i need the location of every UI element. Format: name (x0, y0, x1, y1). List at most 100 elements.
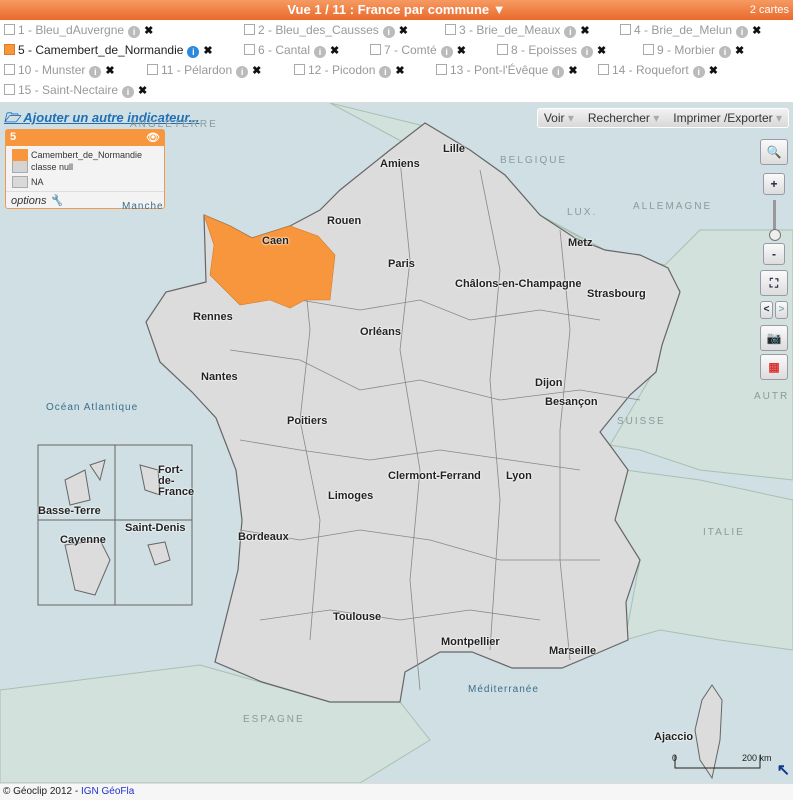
indicator-item[interactable]: 12 - Picodon i ✖ (294, 61, 405, 79)
indicator-item[interactable]: 15 - Saint-Nectaire i ✖ (4, 81, 147, 99)
indicator-item[interactable]: 14 - Roquefort i ✖ (598, 61, 718, 79)
indicator-item[interactable]: 4 - Brie_de_Melun i ✖ (620, 21, 761, 39)
info-icon[interactable]: i (440, 46, 453, 58)
indicator-checkbox[interactable] (4, 84, 15, 95)
indicator-checkbox[interactable] (244, 44, 255, 55)
indicator-checkbox[interactable] (147, 64, 158, 75)
indicator-label[interactable]: 6 - Cantal (258, 43, 310, 57)
info-icon[interactable]: i (379, 66, 392, 78)
remove-icon[interactable]: ✖ (580, 25, 589, 37)
remove-icon[interactable]: ✖ (105, 65, 114, 77)
info-icon[interactable]: i (581, 46, 594, 58)
remove-icon[interactable]: ✖ (330, 45, 339, 57)
view-title[interactable]: Vue 1 / 11 : France par commune ▼ (287, 2, 505, 17)
indicator-checkbox[interactable] (4, 24, 15, 35)
remove-icon[interactable]: ✖ (597, 45, 606, 57)
city-label: Lyon (506, 470, 532, 482)
indicator-checkbox[interactable] (244, 24, 255, 35)
map-view[interactable]: 🗁 Ajouter un autre indicateur... 5 👁 Came… (0, 103, 793, 783)
remove-icon[interactable]: ✖ (457, 45, 466, 57)
city-label: Châlons-en-Champagne (455, 278, 582, 290)
indicator-item[interactable]: 8 - Epoisses i ✖ (497, 41, 606, 59)
indicator-item[interactable]: 2 - Bleu_des_Causses i ✖ (244, 21, 408, 39)
country-label: AUTR (754, 391, 790, 402)
remove-icon[interactable]: ✖ (144, 25, 153, 37)
zoom-out-button[interactable]: - (763, 243, 785, 265)
indicator-label[interactable]: 15 - Saint-Nectaire (18, 83, 118, 97)
indicator-item[interactable]: 1 - Bleu_dAuvergne i ✖ (4, 21, 153, 39)
indicator-checkbox[interactable] (643, 44, 654, 55)
eye-icon[interactable]: 👁 (146, 131, 160, 144)
zoom-in-button[interactable]: + (763, 173, 785, 195)
indicator-label[interactable]: 4 - Brie_de_Melun (634, 23, 732, 37)
indicator-item[interactable]: 9 - Morbier i ✖ (643, 41, 744, 59)
info-icon[interactable]: i (719, 46, 732, 58)
indicator-label[interactable]: 2 - Bleu_des_Causses (258, 23, 379, 37)
indicator-item[interactable]: 13 - Pont-l'Évêque i ✖ (436, 61, 578, 79)
info-icon[interactable]: i (187, 46, 200, 58)
next-button[interactable]: > (775, 301, 788, 319)
previous-button[interactable]: < (760, 301, 773, 319)
info-icon[interactable]: i (564, 26, 577, 38)
imprimer-menu[interactable]: Imprimer /Exporter (673, 111, 782, 125)
indicator-checkbox[interactable] (620, 24, 631, 35)
remove-icon[interactable]: ✖ (203, 45, 212, 57)
indicator-label[interactable]: 8 - Epoisses (511, 43, 577, 57)
info-icon[interactable]: i (382, 26, 395, 38)
remove-icon[interactable]: ✖ (395, 65, 404, 77)
indicator-checkbox[interactable] (294, 64, 305, 75)
rechercher-menu[interactable]: Rechercher (588, 111, 659, 125)
north-arrow-icon[interactable]: ↖ (777, 760, 790, 780)
indicator-checkbox[interactable] (497, 44, 508, 55)
remove-icon[interactable]: ✖ (568, 65, 577, 77)
voir-menu[interactable]: Voir (544, 111, 574, 125)
zoom-slider-handle[interactable] (769, 229, 781, 241)
snapshot-button[interactable]: 📷 (760, 325, 788, 351)
remove-icon[interactable]: ✖ (399, 25, 408, 37)
remove-icon[interactable]: ✖ (752, 25, 761, 37)
zoom-box-button[interactable]: 🔍 (760, 139, 788, 165)
indicator-label[interactable]: 3 - Brie_de_Meaux (459, 23, 560, 37)
remove-icon[interactable]: ✖ (735, 45, 744, 57)
info-icon[interactable]: i (692, 66, 705, 78)
indicator-label[interactable]: 14 - Roquefort (612, 63, 689, 77)
city-label: Poitiers (287, 415, 328, 427)
indicator-item[interactable]: 10 - Munster i ✖ (4, 61, 115, 79)
info-icon[interactable]: i (236, 66, 249, 78)
indicator-label[interactable]: 1 - Bleu_dAuvergne (18, 23, 124, 37)
indicator-label[interactable]: 7 - Comté (384, 43, 437, 57)
fullscreen-button[interactable]: ⛶ (760, 270, 788, 296)
info-icon[interactable]: i (128, 26, 141, 38)
remove-icon[interactable]: ✖ (252, 65, 261, 77)
info-icon[interactable]: i (552, 66, 565, 78)
indicator-checkbox[interactable] (598, 64, 609, 75)
info-icon[interactable]: i (89, 66, 102, 78)
remove-icon[interactable]: ✖ (138, 85, 147, 97)
indicator-item[interactable]: 3 - Brie_de_Meaux i ✖ (445, 21, 590, 39)
map-count[interactable]: 2 cartes (750, 0, 789, 20)
indicator-label[interactable]: 9 - Morbier (657, 43, 715, 57)
indicator-item[interactable]: 5 - Camembert_de_Normandie i ✖ (4, 41, 213, 59)
indicator-label[interactable]: 13 - Pont-l'Évêque (450, 63, 548, 77)
indicator-label[interactable]: 10 - Munster (18, 63, 85, 77)
remove-icon[interactable]: ✖ (709, 65, 718, 77)
indicator-label[interactable]: 12 - Picodon (308, 63, 375, 77)
indicator-item[interactable]: 7 - Comté i ✖ (370, 41, 466, 59)
indicator-label[interactable]: 11 - Pélardon (161, 63, 232, 77)
indicator-item[interactable]: 11 - Pélardon i ✖ (147, 61, 261, 79)
indicator-checkbox[interactable] (445, 24, 456, 35)
indicator-checkbox[interactable] (436, 64, 447, 75)
ign-link[interactable]: IGN GéoFla (81, 786, 134, 797)
indicator-item[interactable]: 6 - Cantal i ✖ (244, 41, 339, 59)
indicator-label[interactable]: 5 - Camembert_de_Normandie (18, 43, 183, 57)
info-icon[interactable]: i (736, 26, 749, 38)
indicator-checkbox[interactable] (4, 44, 15, 55)
magnifier-icon: 🔍 (766, 145, 782, 159)
indicator-checkbox[interactable] (4, 64, 15, 75)
legend-number: 5 (10, 131, 17, 143)
info-icon[interactable]: i (314, 46, 327, 58)
info-icon[interactable]: i (122, 86, 135, 98)
view-header[interactable]: Vue 1 / 11 : France par commune ▼ 2 cart… (0, 0, 793, 20)
indicator-checkbox[interactable] (370, 44, 381, 55)
google-button[interactable]: ▦ (760, 354, 788, 380)
